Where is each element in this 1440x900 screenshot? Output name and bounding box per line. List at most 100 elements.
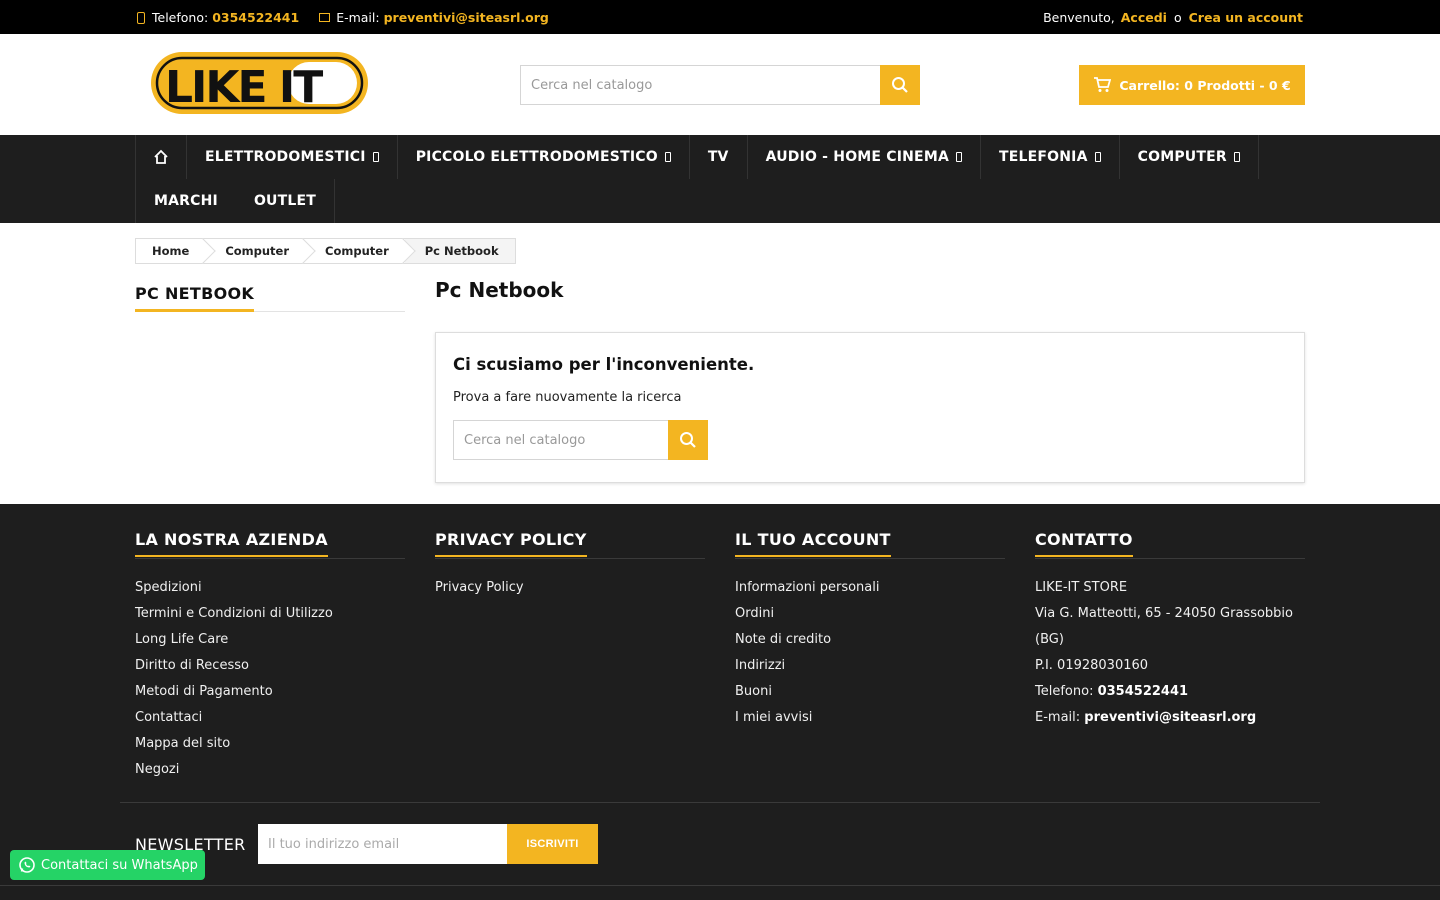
footer: LA NOSTRA AZIENDA Spedizioni Termini e C… — [0, 504, 1440, 900]
store-address-province: (BG) — [1035, 632, 1064, 647]
footer-link[interactable]: Indirizzi — [735, 658, 785, 673]
dropdown-icon — [372, 152, 379, 162]
footer-link[interactable]: Long Life Care — [135, 632, 228, 647]
retry-search — [453, 420, 708, 460]
dropdown-icon — [664, 152, 671, 162]
nav-item-telefonia[interactable]: TELEFONIA — [981, 135, 1120, 179]
footer-company: LA NOSTRA AZIENDA Spedizioni Termini e C… — [135, 530, 405, 783]
logo-graphic: LIKE IT — [151, 52, 368, 114]
topbar-email: E-mail: preventivi@siteasrl.org — [319, 10, 549, 25]
retry-search-button[interactable] — [668, 420, 708, 460]
dropdown-icon — [1233, 152, 1240, 162]
footer-link[interactable]: Mappa del sito — [135, 736, 230, 751]
footer-bottom-divider — [0, 885, 1440, 886]
phone-icon — [135, 11, 145, 24]
whatsapp-label: Contattaci su WhatsApp — [41, 857, 198, 873]
whatsapp-icon — [19, 857, 35, 873]
footer-divider — [120, 802, 1320, 803]
store-email: E-mail: preventivi@siteasrl.org — [1035, 705, 1305, 731]
nav-item-label: OUTLET — [253, 193, 317, 209]
page-title: Pc Netbook — [435, 278, 564, 302]
nav-item-label: MARCHI — [154, 193, 218, 209]
register-link[interactable]: Crea un account — [1189, 10, 1303, 25]
store-phone-label: Telefono: — [1035, 684, 1094, 699]
email-label: E-mail: — [336, 9, 380, 25]
footer-contact: CONTATTO LIKE-IT STORE Via G. Matteotti,… — [1035, 530, 1305, 731]
footer-privacy: PRIVACY POLICY Privacy Policy — [435, 530, 705, 601]
footer-link[interactable]: I miei avvisi — [735, 710, 812, 725]
footer-link[interactable]: Contattaci — [135, 710, 202, 725]
sidebar-title-text: PC NETBOOK — [135, 284, 255, 312]
footer-link[interactable]: Note di credito — [735, 632, 831, 647]
email-link[interactable]: preventivi@siteasrl.org — [384, 10, 549, 25]
no-results-text: Prova a fare nuovamente la ricerca — [453, 390, 682, 405]
nav-item-label: ELETTRODOMESTICI — [205, 149, 366, 165]
footer-link[interactable]: Buoni — [735, 684, 772, 699]
login-link[interactable]: Accedi — [1121, 10, 1167, 25]
newsletter-subscribe-button[interactable]: ISCRIVITI — [507, 824, 598, 864]
no-results-box: Ci scusiamo per l'inconveniente. Prova a… — [435, 332, 1305, 483]
cart-button[interactable]: Carrello: 0 Prodotti - 0 € — [1079, 65, 1305, 105]
nav-item-outlet[interactable]: OUTLET — [236, 179, 336, 223]
header: LIKE IT Carrello: 0 Prodotti - 0 € — [0, 34, 1440, 135]
dropdown-icon — [956, 152, 962, 162]
topbar-phone: Telefono: 0354522441 — [135, 10, 299, 25]
dropdown-icon — [1094, 152, 1101, 162]
phone-label: Telefono: — [152, 9, 209, 25]
footer-link[interactable]: Informazioni personali — [735, 580, 879, 595]
nav-item-label: TELEFONIA — [999, 149, 1088, 165]
search-icon — [892, 77, 908, 93]
nav-item-audio-home-cinema[interactable]: AUDIO - HOME CINEMA — [748, 135, 981, 179]
footer-link[interactable]: Ordini — [735, 606, 774, 621]
breadcrumb-home[interactable]: Home — [136, 239, 205, 263]
nav-item-label: PICCOLO ELETTRODOMESTICO — [415, 149, 658, 165]
search-input[interactable] — [520, 65, 880, 105]
whatsapp-button[interactable]: Contattaci su WhatsApp — [10, 850, 205, 880]
breadcrumb: Home Computer Computer Pc Netbook — [135, 238, 516, 264]
store-phone: Telefono: 0354522441 — [1035, 679, 1305, 705]
store-vat: P.I. 01928030160 — [1035, 658, 1149, 673]
home-icon — [154, 149, 168, 164]
footer-contact-title: CONTATTO — [1035, 530, 1133, 557]
nav-item-marchi[interactable]: MARCHI — [136, 179, 236, 223]
footer-link[interactable]: Termini e Condizioni di Utilizzo — [135, 606, 333, 621]
footer-account: IL TUO ACCOUNT Informazioni personali Or… — [735, 530, 1005, 731]
or-text: o — [1173, 9, 1182, 25]
store-phone-value[interactable]: 0354522441 — [1098, 684, 1188, 699]
footer-company-title: LA NOSTRA AZIENDA — [135, 530, 328, 557]
nav-item-label: TV — [707, 149, 729, 165]
footer-link[interactable]: Privacy Policy — [435, 580, 524, 595]
footer-link[interactable]: Diritto di Recesso — [135, 658, 249, 673]
footer-link[interactable]: Metodi di Pagamento — [135, 684, 273, 699]
search-button[interactable] — [880, 65, 920, 105]
no-results-title: Ci scusiamo per l'inconveniente. — [453, 355, 755, 374]
footer-link[interactable]: Spedizioni — [135, 580, 202, 595]
header-search — [520, 65, 920, 105]
footer-link[interactable]: Negozi — [135, 762, 179, 777]
footer-account-title: IL TUO ACCOUNT — [735, 530, 891, 557]
site-logo[interactable]: LIKE IT — [148, 48, 372, 118]
footer-privacy-title: PRIVACY POLICY — [435, 530, 587, 557]
cart-label: Carrello: 0 Prodotti - 0 € — [1119, 77, 1291, 93]
breadcrumb-computer[interactable]: Computer — [205, 239, 305, 263]
store-email-label: E-mail: — [1035, 710, 1081, 725]
nav-item-computer[interactable]: COMPUTER — [1120, 135, 1259, 179]
nav-item-piccolo-elettrodomestico[interactable]: PICCOLO ELETTRODOMESTICO — [398, 135, 690, 179]
search-icon — [680, 432, 696, 448]
top-bar: Telefono: 0354522441 E-mail: preventivi@… — [0, 0, 1440, 34]
newsletter-email-input[interactable] — [258, 824, 507, 864]
nav-item-label: COMPUTER — [1137, 149, 1227, 165]
logo-text: LIKE IT — [165, 62, 323, 113]
phone-link[interactable]: 0354522441 — [212, 10, 299, 25]
nav-item-elettrodomestici[interactable]: ELETTRODOMESTICI — [187, 135, 398, 179]
store-address: Via G. Matteotti, 65 - 24050 Grassobbio — [1035, 606, 1293, 621]
welcome-text: Benvenuto, — [1043, 9, 1115, 25]
nav-home[interactable] — [136, 135, 187, 179]
breadcrumb-current: Pc Netbook — [404, 239, 515, 263]
main-nav: ELETTRODOMESTICI PICCOLO ELETTRODOMESTIC… — [0, 135, 1440, 223]
store-email-value[interactable]: preventivi@siteasrl.org — [1084, 710, 1256, 725]
nav-item-tv[interactable]: TV — [690, 135, 748, 179]
breadcrumb-computer-sub[interactable]: Computer — [305, 239, 405, 263]
retry-search-input[interactable] — [453, 420, 668, 460]
mail-icon — [319, 11, 331, 23]
